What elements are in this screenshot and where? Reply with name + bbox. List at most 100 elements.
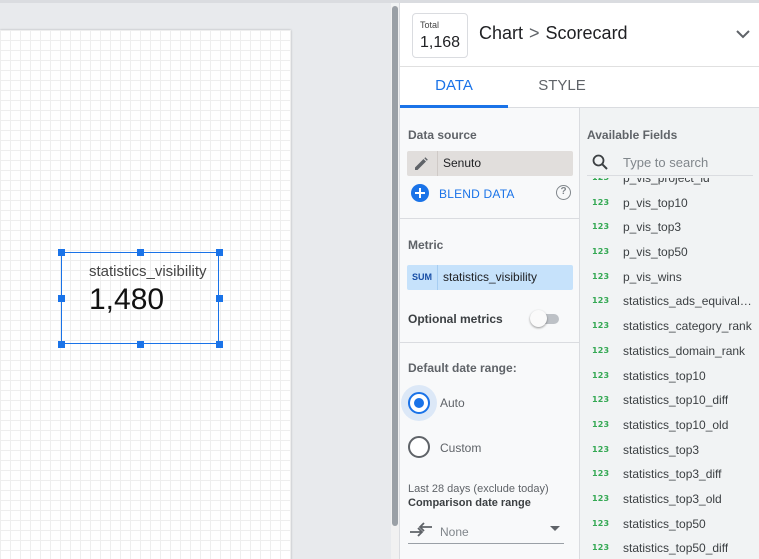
date-range-title: Default date range: <box>408 361 517 375</box>
dropdown-caret-icon <box>550 526 560 531</box>
field-item[interactable]: 123 statistics_top10 <box>580 364 759 389</box>
number-type-icon: 123 <box>592 296 610 306</box>
resize-handle-top[interactable] <box>137 249 144 256</box>
field-list[interactable]: 123 p_vis_project_id 123 p_vis_top10 123 p_vi… <box>580 178 759 559</box>
report-canvas-area: statistics_visibility 1,480 <box>0 3 391 559</box>
resize-handle-left[interactable] <box>58 295 65 302</box>
field-item[interactable]: 123 statistics_top50 <box>580 512 759 537</box>
field-list-inner: 123 p_vis_project_id 123 p_vis_top10 123 p_vi… <box>580 178 759 559</box>
number-type-icon: 123 <box>592 178 609 182</box>
number-type-icon: 123 <box>592 197 610 207</box>
scorecard-value: 1,480 <box>89 283 165 316</box>
number-type-icon: 123 <box>592 469 610 479</box>
number-type-icon: 123 <box>592 493 610 503</box>
field-item[interactable]: 123 p_vis_wins <box>580 265 759 290</box>
number-type-icon: 123 <box>592 543 610 553</box>
field-name: statistics_top3 <box>623 442 700 457</box>
radio-auto[interactable] <box>408 392 430 414</box>
field-name: statistics_top50_diff <box>623 541 729 556</box>
metric-name: statistics_visibility <box>443 270 538 284</box>
chip-divider <box>437 265 438 290</box>
number-type-icon: 123 <box>592 321 610 331</box>
resize-handle-right[interactable] <box>216 295 223 302</box>
tab-data[interactable]: DATA <box>400 67 508 108</box>
number-type-icon: 123 <box>592 518 610 528</box>
number-type-icon: 123 <box>592 247 610 257</box>
available-fields-column: Available Fields Type to search 123 p_vis… <box>580 108 759 559</box>
field-item[interactable]: 123 statistics_category_rank <box>580 314 759 339</box>
comparison-date-select[interactable]: None <box>408 516 564 544</box>
field-item[interactable]: 123 statistics_top3 <box>580 438 759 463</box>
properties-panel: Total 1,168 Chart > Scorecard DATA STYLE D… <box>399 3 759 559</box>
field-item[interactable]: 123 statistics_domain_rank <box>580 339 759 364</box>
report-page[interactable]: statistics_visibility 1,480 <box>0 30 291 559</box>
field-name: statistics_top10_diff <box>623 393 729 408</box>
number-type-icon: 123 <box>592 370 610 380</box>
field-item[interactable]: 123 p_vis_top50 <box>580 240 759 265</box>
pencil-icon[interactable] <box>412 155 430 173</box>
field-item[interactable]: 123 statistics_top10_old <box>580 413 759 438</box>
help-icon[interactable]: ? <box>556 185 571 200</box>
breadcrumb-chart: Chart <box>479 23 524 43</box>
blend-data-label: BLEND DATA <box>439 187 515 201</box>
breadcrumb: Chart > Scorecard <box>479 23 628 44</box>
thumbnail-label: Total <box>420 20 440 30</box>
field-name: statistics_top3_diff <box>623 467 722 482</box>
compare-arrows-icon <box>410 522 432 537</box>
resize-handle-bottom-right[interactable] <box>216 341 223 348</box>
available-fields-title: Available Fields <box>587 128 678 142</box>
aggregation-badge[interactable]: SUM <box>407 265 437 290</box>
number-type-icon: 123 <box>592 271 610 281</box>
comparison-date-title: Comparison date range <box>408 497 531 509</box>
number-type-icon: 123 <box>592 222 610 232</box>
breadcrumb-separator: > <box>529 23 540 43</box>
scorecard-chart[interactable]: statistics_visibility 1,480 <box>58 249 223 348</box>
resize-handle-bottom[interactable] <box>137 341 144 348</box>
data-settings-column: Data source Senuto BLEND DATA ? Metric S… <box>400 108 580 559</box>
radio-auto-label[interactable]: Auto <box>440 396 465 410</box>
chip-divider <box>437 151 438 176</box>
comparison-date-value: None <box>440 525 469 539</box>
field-item[interactable]: 123 statistics_ads_equivalent <box>580 289 759 314</box>
field-name: statistics_category_rank <box>623 319 752 334</box>
search-icon <box>592 154 608 170</box>
radio-custom-label[interactable]: Custom <box>440 441 481 455</box>
field-name: statistics_top3_old <box>623 491 722 506</box>
field-name: statistics_domain_rank <box>623 343 746 358</box>
field-name: p_vis_top3 <box>623 220 682 235</box>
field-item[interactable]: 123 p_vis_top10 <box>580 191 759 216</box>
resize-handle-top-right[interactable] <box>216 249 223 256</box>
radio-custom[interactable] <box>408 436 430 458</box>
canvas-scrollbar[interactable] <box>391 6 399 559</box>
field-item[interactable]: 123 p_vis_project_id <box>580 178 759 191</box>
optional-metrics-toggle[interactable] <box>530 310 559 327</box>
metric-chip[interactable]: SUM statistics_visibility <box>407 265 573 290</box>
field-name: statistics_top50 <box>623 516 706 531</box>
panel-header: Total 1,168 Chart > Scorecard <box>400 3 759 67</box>
optional-metrics-label: Optional metrics <box>408 312 503 326</box>
field-search-box[interactable]: Type to search <box>587 148 753 176</box>
scrollbar-thumb[interactable] <box>392 6 398 526</box>
number-type-icon: 123 <box>592 444 610 454</box>
field-item[interactable]: 123 p_vis_top3 <box>580 215 759 240</box>
chart-type-thumbnail[interactable]: Total 1,168 <box>412 13 468 58</box>
field-item[interactable]: 123 statistics_top50_diff <box>580 536 759 559</box>
field-item[interactable]: 123 statistics_top3_diff <box>580 462 759 487</box>
data-source-chip[interactable]: Senuto <box>407 151 573 176</box>
scorecard-label: statistics_visibility <box>89 263 207 280</box>
thumbnail-value: 1,168 <box>420 34 461 51</box>
number-type-icon: 123 <box>592 345 610 355</box>
toggle-knob <box>530 310 547 327</box>
field-item[interactable]: 123 statistics_top10_diff <box>580 388 759 413</box>
field-name: statistics_top10 <box>623 368 706 383</box>
tab-style[interactable]: STYLE <box>508 67 616 108</box>
resize-handle-top-left[interactable] <box>58 249 65 256</box>
resize-handle-bottom-left[interactable] <box>58 341 65 348</box>
section-divider <box>400 218 579 219</box>
search-input[interactable]: Type to search <box>623 155 708 170</box>
field-item[interactable]: 123 statistics_top3_old <box>580 487 759 512</box>
breadcrumb-scorecard: Scorecard <box>545 23 628 43</box>
data-source-title: Data source <box>408 128 477 142</box>
add-circle-icon <box>411 184 429 202</box>
chevron-down-icon[interactable] <box>734 25 752 43</box>
